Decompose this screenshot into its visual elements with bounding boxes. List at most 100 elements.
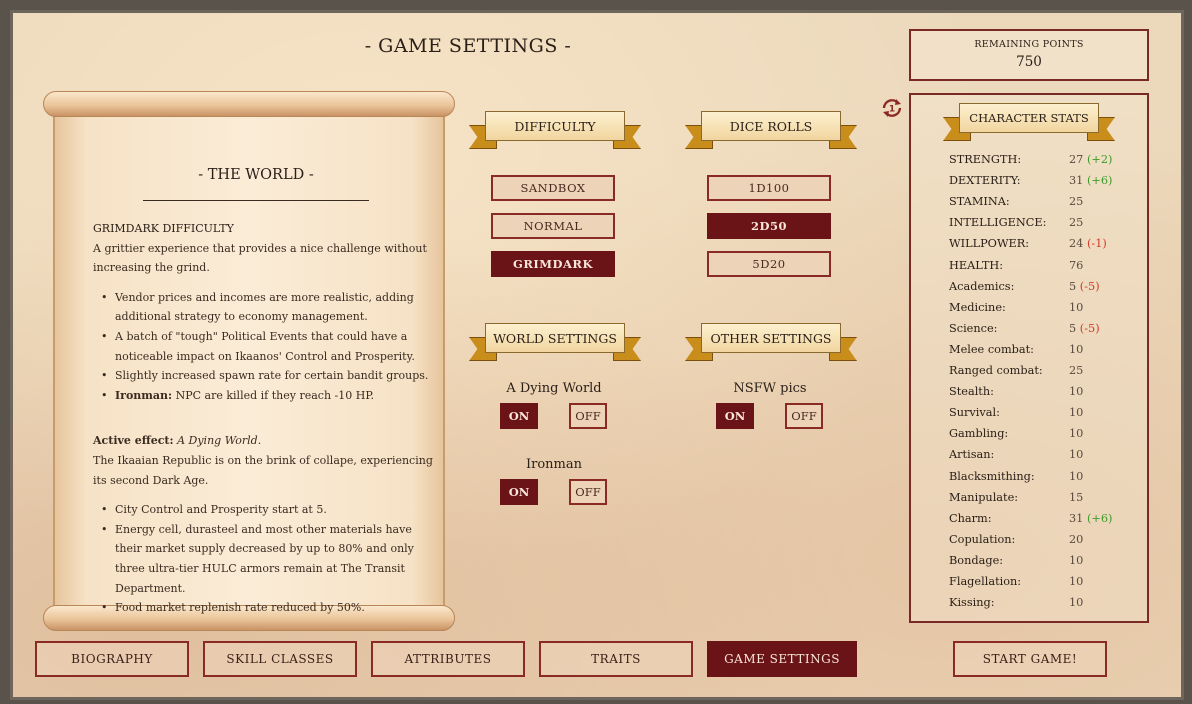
stat-value: 10 (1069, 427, 1083, 440)
stat-number: 10 (1069, 553, 1084, 567)
stat-row: Survival: 10 (949, 406, 1149, 426)
stat-row: Ranged combat: 25 (949, 364, 1149, 384)
world-description: GRIMDARK DIFFICULTY A grittier experienc… (93, 219, 433, 618)
stat-value: 10 (1069, 343, 1083, 356)
start-game-button[interactable]: START GAME! (953, 641, 1107, 677)
ironman-desc: NPC are killed if they reach -10 HP. (175, 388, 374, 402)
stat-name: Copulation: (949, 532, 1016, 546)
game-frame: - GAME SETTINGS - - THE WORLD - GRIMDARK… (10, 10, 1184, 700)
stat-row: Artisan: 10 (949, 448, 1149, 468)
stat-row: Academics: 5 (-5) (949, 280, 1149, 300)
stat-value: 20 (1069, 533, 1083, 546)
character-stats-ribbon: CHARACTER STATS (943, 103, 1115, 145)
stat-number: 24 (1069, 237, 1084, 251)
difficulty-grimdark-button[interactable]: GRIMDARK (491, 251, 615, 277)
character-stats-label: CHARACTER STATS (959, 103, 1099, 133)
stat-name: Artisan: (949, 448, 995, 462)
ironman-off-button[interactable]: OFF (569, 479, 607, 505)
stat-row: STRENGTH: 27 (+2) (949, 153, 1149, 173)
stat-number: 10 (1069, 385, 1084, 399)
remaining-points-label: REMAINING POINTS (974, 39, 1084, 50)
stat-name: Medicine: (949, 300, 1006, 314)
dying-world-on-button[interactable]: ON (500, 403, 538, 429)
world-divider (143, 200, 369, 201)
stat-number: 10 (1069, 406, 1084, 420)
stat-value: 25 (1069, 364, 1083, 377)
ironman-on-button[interactable]: ON (500, 479, 538, 505)
active-effect-value: A Dying World. (177, 434, 262, 448)
stat-value: 5 (-5) (1069, 322, 1100, 335)
stat-name: Science: (949, 321, 998, 335)
active-effect-label: Active effect: (93, 434, 174, 448)
stat-value: 10 (1069, 301, 1083, 314)
stat-number: 20 (1069, 532, 1084, 546)
list-item: Slightly increased spawn rate for certai… (101, 366, 433, 386)
dice-1d100-button[interactable]: 1D100 (707, 175, 831, 201)
stat-value: 10 (1069, 385, 1083, 398)
stat-number: 76 (1069, 258, 1084, 272)
stat-number: 25 (1069, 195, 1084, 209)
stat-name: HEALTH: (949, 258, 1004, 272)
list-item: Vendor prices and incomes are more reali… (101, 288, 433, 327)
dying-world-off-button[interactable]: OFF (569, 403, 607, 429)
dice-2d50-button[interactable]: 2D50 (707, 213, 831, 239)
stat-value: 76 (1069, 259, 1083, 272)
active-effect-desc: The Ikaaian Republic is on the brink of … (93, 453, 433, 487)
stat-name: Flagellation: (949, 575, 1022, 588)
stat-number: 5 (1069, 321, 1077, 335)
stat-number: 10 (1069, 575, 1084, 588)
svg-text:1: 1 (889, 105, 895, 115)
dice-5d20-button[interactable]: 5D20 (707, 251, 831, 277)
stat-number: 27 (1069, 153, 1084, 166)
difficulty-normal-button[interactable]: NORMAL (491, 213, 615, 239)
stat-name: Kissing: (949, 596, 995, 610)
stat-name: INTELLIGENCE: (949, 216, 1047, 230)
stat-number: 10 (1069, 596, 1084, 610)
stat-row: Copulation: 20 (949, 533, 1149, 553)
stat-name: STRENGTH: (949, 153, 1022, 166)
dice-rolls-ribbon: DICE ROLLS (685, 111, 857, 157)
nsfw-label: NSFW pics (733, 381, 807, 396)
stat-number: 31 (1069, 511, 1084, 525)
stat-number: 15 (1069, 490, 1084, 504)
stat-modifier: (+6) (1086, 174, 1113, 188)
stat-row: Flagellation: 10 (949, 575, 1149, 595)
remaining-points-value: 750 (1016, 54, 1042, 70)
stat-name: STAMINA: (949, 195, 1010, 209)
stat-value: 10 (1069, 406, 1083, 419)
nsfw-off-button[interactable]: OFF (785, 403, 823, 429)
tab-attributes[interactable]: ATTRIBUTES (371, 641, 525, 677)
tab-game-settings[interactable]: GAME SETTINGS (707, 641, 857, 677)
stat-number: 10 (1069, 469, 1084, 483)
stat-row: DEXTERITY: 31 (+6) (949, 174, 1149, 194)
stat-row: Stealth: 10 (949, 385, 1149, 405)
stat-value: 5 (-5) (1069, 280, 1100, 293)
world-scroll: - THE WORLD - GRIMDARK DIFFICULTY A grit… (43, 85, 455, 635)
stat-value: 10 (1069, 596, 1083, 609)
stat-modifier: (+6) (1086, 511, 1113, 525)
active-effect-bullets: City Control and Prosperity start at 5. … (101, 500, 433, 618)
tab-biography[interactable]: BIOGRAPHY (35, 641, 189, 677)
stat-number: 10 (1069, 342, 1084, 356)
dice-rolls-label: DICE ROLLS (701, 111, 841, 141)
stat-number: 5 (1069, 279, 1077, 293)
list-item: Ironman: NPC are killed if they reach -1… (101, 386, 433, 406)
stat-name: WILLPOWER: (949, 237, 1030, 251)
difficulty-label: DIFFICULTY (485, 111, 625, 141)
world-settings-label: WORLD SETTINGS (485, 323, 625, 353)
remaining-points-box: REMAINING POINTS 750 (909, 29, 1149, 81)
list-item: Food market replenish rate reduced by 50… (101, 598, 433, 618)
difficulty-sandbox-button[interactable]: SANDBOX (491, 175, 615, 201)
stat-row: INTELLIGENCE: 25 (949, 216, 1149, 236)
stat-value: 25 (1069, 195, 1083, 208)
list-item: A batch of "tough" Political Events that… (101, 327, 433, 366)
tab-skill-classes[interactable]: SKILL CLASSES (203, 641, 357, 677)
tab-traits[interactable]: TRAITS (539, 641, 693, 677)
stat-row: Melee combat: 10 (949, 343, 1149, 363)
stat-row: Blacksmithing: 10 (949, 470, 1149, 490)
stat-value: 25 (1069, 216, 1083, 229)
reset-cycle-icon[interactable]: 1 (879, 95, 905, 121)
nsfw-on-button[interactable]: ON (716, 403, 754, 429)
list-item: City Control and Prosperity start at 5. (101, 500, 433, 520)
stat-modifier: (-1) (1086, 237, 1107, 251)
